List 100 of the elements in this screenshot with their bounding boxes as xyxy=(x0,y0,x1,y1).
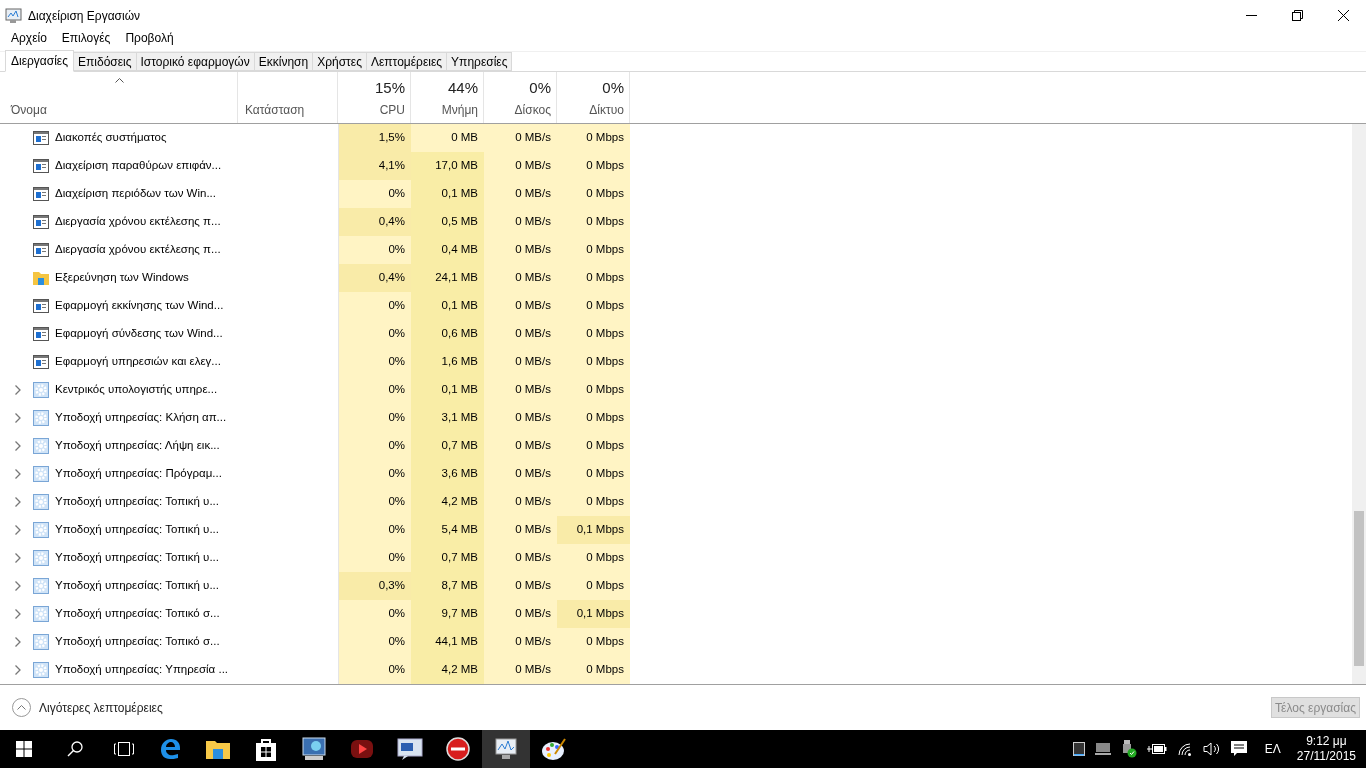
table-cell: 0 Mbps xyxy=(557,376,630,404)
menu-item[interactable]: Προβολή xyxy=(125,31,174,45)
paint-palette-icon[interactable] xyxy=(541,737,567,761)
table-cell: 0 MB/s xyxy=(484,488,557,516)
expand-chevron-icon[interactable] xyxy=(15,637,21,647)
collapse-circle-icon[interactable] xyxy=(12,698,31,717)
table-cell: 0% xyxy=(338,516,411,544)
column-header[interactable]: Μνήμη xyxy=(441,101,478,119)
table-cell: 0% xyxy=(338,544,411,572)
table-cell: 0 Mbps xyxy=(557,628,630,656)
table-cell: 0 MB/s xyxy=(484,348,557,376)
speaker-icon[interactable] xyxy=(1202,742,1221,756)
tab[interactable]: Λεπτομέρειες xyxy=(366,52,448,71)
search-icon[interactable] xyxy=(67,741,83,757)
play-icon[interactable] xyxy=(350,739,374,759)
table-cell: 0 MB/s xyxy=(484,180,557,208)
table-cell: 0 MB/s xyxy=(484,544,557,572)
less-details-link[interactable]: Λιγότερες λεπτομέρειες xyxy=(39,698,163,717)
taskbar-app[interactable] xyxy=(482,730,530,768)
table-cell: 0 Mbps xyxy=(557,264,630,292)
window-icon xyxy=(33,327,49,341)
close-icon xyxy=(1337,10,1349,21)
folder-icon[interactable] xyxy=(206,739,230,759)
table-cell: 0 MB/s xyxy=(484,320,557,348)
expand-chevron-icon[interactable] xyxy=(15,497,21,507)
gear-icon xyxy=(33,382,49,398)
expand-chevron-icon[interactable] xyxy=(15,553,21,563)
process-name: Υποδοχή υπηρεσίας: Τοπική υ... xyxy=(55,550,219,566)
window-icon xyxy=(33,131,49,145)
scrollbar-track[interactable] xyxy=(1352,124,1366,684)
expand-chevron-icon[interactable] xyxy=(15,441,21,451)
start-windows-icon[interactable] xyxy=(16,741,32,757)
table-cell: 0,5 MB xyxy=(411,208,484,236)
tab[interactable]: Επιδόσεις xyxy=(74,52,137,71)
table-cell: 0 MB xyxy=(411,124,484,152)
table-cell: 0 MB/s xyxy=(484,404,557,432)
tab[interactable]: Υπηρεσίες xyxy=(447,52,513,71)
table-cell: 3,6 MB xyxy=(411,460,484,488)
clock-time[interactable]: 9:12 μμ xyxy=(1306,734,1347,749)
tablet-icon[interactable] xyxy=(1072,742,1085,756)
expand-chevron-icon[interactable] xyxy=(15,413,21,423)
remote-desktop-icon[interactable] xyxy=(302,737,326,761)
gear-icon xyxy=(33,410,49,426)
table-cell: 0% xyxy=(338,376,411,404)
tab[interactable]: Ιστορικό εφαρμογών xyxy=(136,52,255,71)
column-header[interactable]: Δίκτυο xyxy=(589,101,624,119)
table-cell: 0 Mbps xyxy=(557,292,630,320)
expand-chevron-icon[interactable] xyxy=(15,385,21,395)
chat-window-icon[interactable] xyxy=(397,738,423,760)
tab[interactable]: Χρήστες xyxy=(313,52,367,71)
usb-check-icon[interactable] xyxy=(1120,740,1137,758)
table-cell: 0,4 MB xyxy=(411,236,484,264)
tab[interactable]: Διεργασίες xyxy=(5,50,74,72)
table-cell: 0 MB/s xyxy=(484,516,557,544)
table-cell: 0% xyxy=(338,432,411,460)
network-computer-icon[interactable] xyxy=(1094,742,1111,756)
language-indicator[interactable]: ΕΛ xyxy=(1264,740,1281,758)
usage-total: 15% xyxy=(374,80,405,96)
disc-icon[interactable] xyxy=(446,737,470,761)
browser-e-icon[interactable] xyxy=(158,737,182,761)
column-header[interactable]: CPU xyxy=(379,101,405,119)
table-cell: 0 Mbps xyxy=(557,180,630,208)
wifi-icon[interactable] xyxy=(1176,742,1193,756)
process-name: Υποδοχή υπηρεσίας: Τοπική υ... xyxy=(55,578,219,594)
menu-item[interactable]: Επιλογές xyxy=(61,31,111,45)
process-name: Υποδοχή υπηρεσίας: Κλήση απ... xyxy=(55,410,227,426)
restore-icon xyxy=(1291,10,1303,21)
table-cell: 0% xyxy=(338,656,411,684)
column-header[interactable]: Όνομα xyxy=(11,101,237,119)
tab[interactable]: Εκκίνηση xyxy=(254,52,314,71)
table-cell: 0,1 MB xyxy=(411,292,484,320)
task-view-icon[interactable] xyxy=(114,742,134,756)
usage-total: 0% xyxy=(529,80,551,96)
table-cell: 0,4% xyxy=(338,208,411,236)
table-cell: 8,7 MB xyxy=(411,572,484,600)
table-cell: 3,1 MB xyxy=(411,404,484,432)
menu-item[interactable]: Αρχείο xyxy=(11,31,47,45)
shopping-bag-icon[interactable] xyxy=(255,737,277,761)
expand-chevron-icon[interactable] xyxy=(15,665,21,675)
expand-chevron-icon[interactable] xyxy=(15,469,21,479)
expand-chevron-icon[interactable] xyxy=(15,525,21,535)
table-cell: 0 MB/s xyxy=(484,460,557,488)
gear-icon xyxy=(33,550,49,566)
table-cell: 0 MB/s xyxy=(484,264,557,292)
table-cell: 0% xyxy=(338,460,411,488)
window-icon xyxy=(33,243,49,257)
battery-plug-icon[interactable] xyxy=(1146,743,1167,755)
monitor-chart-icon[interactable] xyxy=(494,738,518,760)
scrollbar-thumb[interactable] xyxy=(1354,511,1364,666)
minimize-icon xyxy=(1245,15,1257,16)
clock-date[interactable]: 27/11/2015 xyxy=(1296,749,1356,764)
expand-chevron-icon[interactable] xyxy=(15,581,21,591)
expand-chevron-icon[interactable] xyxy=(15,609,21,619)
process-name: Εξερεύνηση των Windows xyxy=(55,270,189,286)
table-cell: 0 Mbps xyxy=(557,404,630,432)
column-header[interactable]: Κατάσταση xyxy=(245,101,305,119)
table-cell: 0 MB/s xyxy=(484,292,557,320)
column-header[interactable]: Δίσκος xyxy=(514,101,551,119)
process-name: Εφαρμογή υπηρεσιών και ελεγ... xyxy=(55,354,221,370)
notification-icon[interactable] xyxy=(1230,741,1247,757)
